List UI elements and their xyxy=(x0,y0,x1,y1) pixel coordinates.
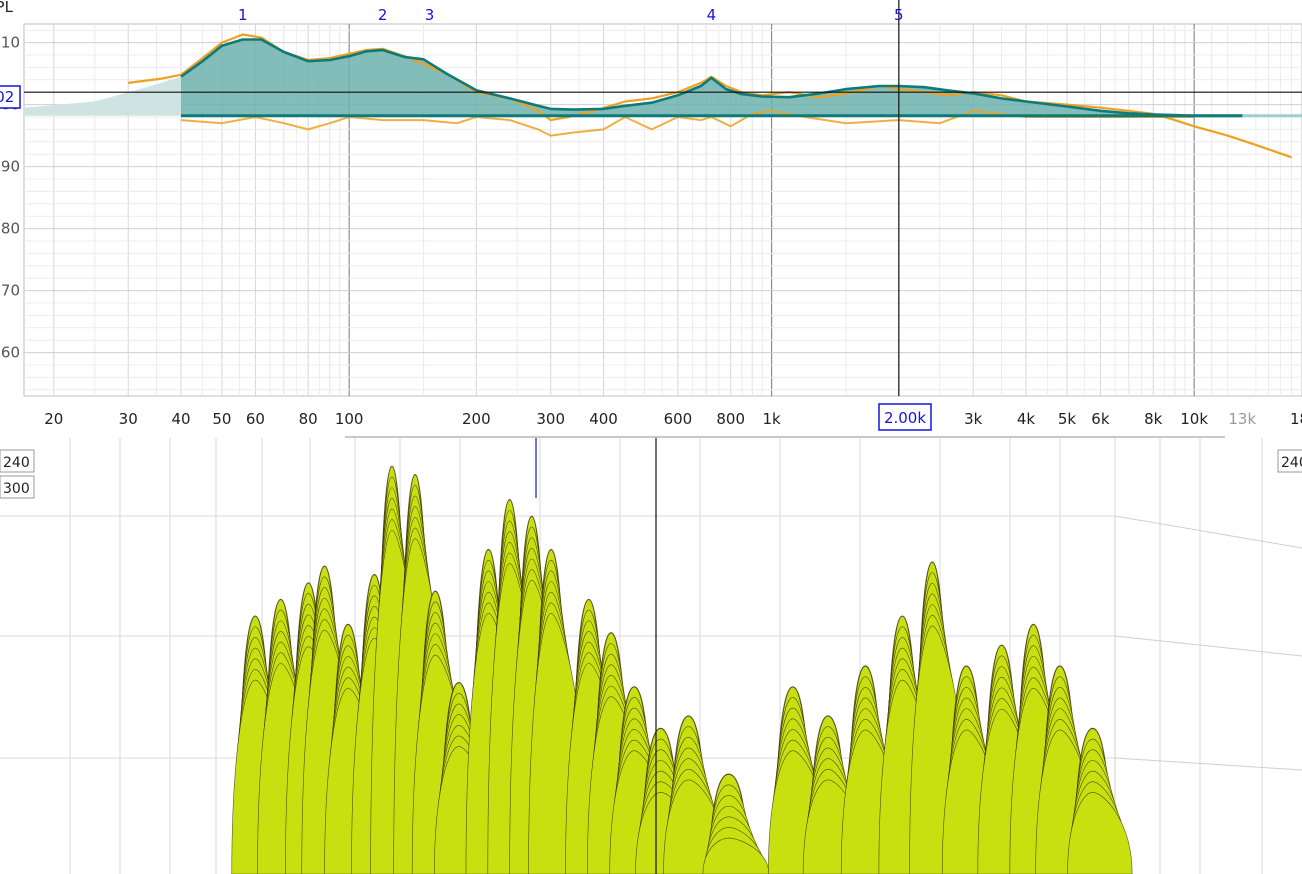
y-tick-label: 90 xyxy=(1,158,20,176)
x-tick-label: 50 xyxy=(212,410,231,428)
x-tick-label: 60 xyxy=(246,410,265,428)
x-tick-label: 3k xyxy=(964,410,983,428)
left-label-1: 240 xyxy=(3,455,30,471)
x-tick-label: 40 xyxy=(171,410,190,428)
right-label: 240 xyxy=(1281,455,1302,471)
x-tick-label: 300 xyxy=(536,410,565,428)
x-tick-label: 200 xyxy=(462,410,491,428)
x-tick-label: 5k xyxy=(1058,410,1077,428)
x-tick-label: 13k xyxy=(1228,410,1256,428)
y-tick-labels: 11010090807060 xyxy=(0,34,20,362)
x-tick-label: 4k xyxy=(1017,410,1036,428)
frequency-response-chart[interactable]: 1 2 3 4 5 20 30 40 50 60 80 100 200 300 400 600 800 1k 3k… xyxy=(0,0,1302,438)
x-tick-label: 400 xyxy=(589,410,618,428)
x-tick-label: 800 xyxy=(716,410,745,428)
x-tick-label: 18 xyxy=(1290,410,1302,428)
marker-label[interactable]: 1 xyxy=(238,6,248,24)
x-tick-label: 30 xyxy=(119,410,138,428)
y-tick-label: 60 xyxy=(1,344,20,362)
x-tick-label: 10k xyxy=(1180,410,1208,428)
y-tick-label: 110 xyxy=(0,34,20,52)
marker-label[interactable]: 5 xyxy=(894,6,904,24)
y-tick-label: 80 xyxy=(1,220,20,238)
x-tick-label: 20 xyxy=(44,410,63,428)
y-cursor-label: 102 xyxy=(0,88,14,106)
marker-label[interactable]: 2 xyxy=(378,6,388,24)
marker-label[interactable]: 3 xyxy=(425,6,435,24)
left-label-2: 300 xyxy=(3,481,30,497)
waterfall-chart[interactable]: 240 300 240 xyxy=(0,438,1302,874)
marker-label[interactable]: 4 xyxy=(707,6,717,24)
x-tick-label: 100 xyxy=(335,410,364,428)
marker-labels[interactable]: 1 2 3 4 5 xyxy=(238,6,904,24)
x-tick-label: 80 xyxy=(299,410,318,428)
y-tick-label: 70 xyxy=(1,282,20,300)
x-tick-label: 1k xyxy=(763,410,782,428)
x-tick-label: 8k xyxy=(1144,410,1163,428)
x-tick-label: 600 xyxy=(664,410,693,428)
x-tick-label: 6k xyxy=(1091,410,1110,428)
x-cursor-label: 2.00k xyxy=(884,409,926,427)
x-tick-labels: 20 30 40 50 60 80 100 200 300 400 600 800 1k 3k 4k 5k 6k… xyxy=(44,410,1302,428)
y-axis-label: SPL xyxy=(0,0,14,16)
